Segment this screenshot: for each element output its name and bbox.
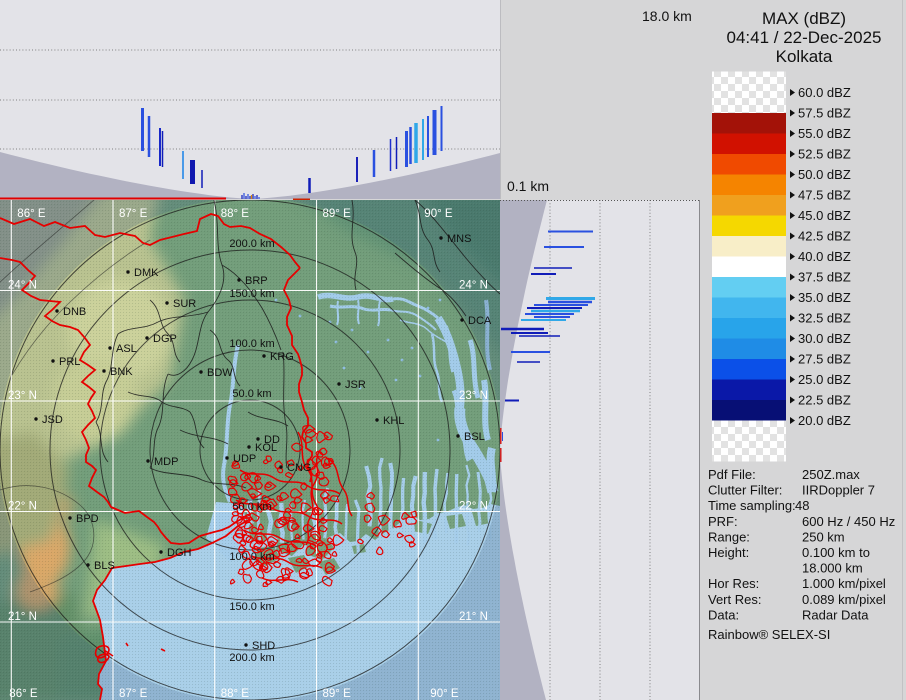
- svg-text:57.5 dBZ: 57.5 dBZ: [798, 106, 851, 121]
- svg-text:DMK: DMK: [134, 267, 159, 279]
- svg-text:86° E: 86° E: [17, 208, 46, 220]
- svg-text:DGH: DGH: [167, 547, 192, 559]
- svg-text:Data:: Data:: [708, 607, 739, 622]
- svg-text:37.5 dBZ: 37.5 dBZ: [798, 270, 851, 285]
- svg-text:50.0 dBZ: 50.0 dBZ: [798, 167, 851, 182]
- svg-text:UDP: UDP: [233, 453, 256, 465]
- svg-text:1.000 km/pixel: 1.000 km/pixel: [802, 576, 886, 591]
- svg-text:BPD: BPD: [76, 513, 99, 525]
- svg-text:48: 48: [795, 498, 809, 513]
- svg-text:90° E: 90° E: [424, 208, 453, 220]
- svg-text:25.0 dBZ: 25.0 dBZ: [798, 372, 851, 387]
- svg-text:Rainbow® SELEX-SI: Rainbow® SELEX-SI: [708, 627, 830, 642]
- svg-text:Time sampling:: Time sampling:: [708, 498, 796, 513]
- svg-text:DGP: DGP: [153, 333, 177, 345]
- svg-text:BLS: BLS: [94, 560, 115, 572]
- svg-text:30.0 dBZ: 30.0 dBZ: [798, 331, 851, 346]
- svg-text:PRL: PRL: [59, 356, 80, 368]
- svg-text:PRF:: PRF:: [708, 514, 738, 529]
- svg-text:55.0 dBZ: 55.0 dBZ: [798, 126, 851, 141]
- svg-text:04:41 / 22-Dec-2025: 04:41 / 22-Dec-2025: [727, 28, 882, 47]
- svg-text:600 Hz / 450 Hz: 600 Hz / 450 Hz: [802, 514, 895, 529]
- svg-text:0.089 km/pixel: 0.089 km/pixel: [802, 592, 886, 607]
- svg-text:CNG: CNG: [287, 462, 311, 474]
- svg-text:150.0 km: 150.0 km: [229, 288, 274, 300]
- svg-text:42.5 dBZ: 42.5 dBZ: [798, 229, 851, 244]
- svg-text:20.0 dBZ: 20.0 dBZ: [798, 413, 851, 428]
- svg-text:Height:: Height:: [708, 545, 749, 560]
- svg-text:50.0 km: 50.0 km: [232, 501, 271, 513]
- svg-text:18.000 km: 18.000 km: [802, 561, 863, 576]
- svg-text:250Z.max: 250Z.max: [802, 467, 860, 482]
- svg-text:27.5 dBZ: 27.5 dBZ: [798, 352, 851, 367]
- svg-text:Pdf File:: Pdf File:: [708, 467, 756, 482]
- svg-text:JSD: JSD: [42, 414, 63, 426]
- svg-text:87° E: 87° E: [119, 688, 148, 700]
- svg-text:BNK: BNK: [110, 366, 133, 378]
- svg-text:MNS: MNS: [447, 233, 471, 245]
- svg-text:200.0 km: 200.0 km: [229, 238, 274, 250]
- svg-text:88° E: 88° E: [221, 688, 250, 700]
- svg-text:Range:: Range:: [708, 529, 750, 544]
- svg-text:BDW: BDW: [207, 367, 233, 379]
- svg-text:40.0 dBZ: 40.0 dBZ: [798, 249, 851, 264]
- svg-text:23° N: 23° N: [8, 390, 37, 402]
- svg-text:100.0 km: 100.0 km: [229, 551, 274, 563]
- svg-text:250 km: 250 km: [802, 529, 845, 544]
- svg-text:Vert Res:: Vert Res:: [708, 592, 761, 607]
- svg-text:0.1 km: 0.1 km: [507, 178, 549, 194]
- svg-text:MDP: MDP: [154, 456, 178, 468]
- svg-text:KHL: KHL: [383, 415, 404, 427]
- svg-text:Kolkata: Kolkata: [776, 47, 833, 66]
- svg-text:22° N: 22° N: [459, 501, 488, 513]
- svg-text:BRP: BRP: [245, 275, 268, 287]
- svg-text:Radar Data: Radar Data: [802, 607, 869, 622]
- svg-text:23° N: 23° N: [459, 390, 488, 402]
- svg-text:24° N: 24° N: [459, 280, 488, 292]
- svg-text:50.0 km: 50.0 km: [232, 388, 271, 400]
- svg-text:KRG: KRG: [270, 351, 294, 363]
- svg-text:35.0 dBZ: 35.0 dBZ: [798, 290, 851, 305]
- svg-text:90° E: 90° E: [430, 688, 459, 700]
- svg-text:24° N: 24° N: [8, 280, 37, 292]
- svg-text:ASL: ASL: [116, 343, 137, 355]
- svg-text:87° E: 87° E: [119, 208, 148, 220]
- svg-text:SUR: SUR: [173, 298, 196, 310]
- svg-text:0.100 km to: 0.100 km to: [802, 545, 870, 560]
- svg-text:60.0 dBZ: 60.0 dBZ: [798, 85, 851, 100]
- svg-text:45.0 dBZ: 45.0 dBZ: [798, 208, 851, 223]
- svg-text:86° E: 86° E: [9, 688, 38, 700]
- svg-text:89° E: 89° E: [323, 688, 352, 700]
- svg-text:MAX (dBZ): MAX (dBZ): [762, 9, 846, 28]
- svg-text:89° E: 89° E: [323, 208, 352, 220]
- svg-text:KOL: KOL: [255, 442, 277, 454]
- svg-text:21° N: 21° N: [8, 611, 37, 623]
- svg-text:BSL: BSL: [464, 431, 485, 443]
- svg-text:22° N: 22° N: [8, 501, 37, 513]
- svg-text:JSR: JSR: [345, 379, 366, 391]
- svg-text:IIRDoppler 7: IIRDoppler 7: [802, 483, 875, 498]
- svg-text:SHD: SHD: [252, 640, 275, 652]
- svg-text:DNB: DNB: [63, 306, 86, 318]
- svg-text:200.0 km: 200.0 km: [229, 652, 274, 664]
- svg-text:150.0 km: 150.0 km: [229, 601, 274, 613]
- svg-text:21° N: 21° N: [459, 611, 488, 623]
- svg-text:Clutter Filter:: Clutter Filter:: [708, 483, 782, 498]
- svg-text:DCA: DCA: [468, 315, 492, 327]
- svg-text:100.0 km: 100.0 km: [229, 338, 274, 350]
- svg-text:22.5 dBZ: 22.5 dBZ: [798, 393, 851, 408]
- svg-text:88° E: 88° E: [221, 208, 250, 220]
- svg-text:47.5 dBZ: 47.5 dBZ: [798, 188, 851, 203]
- svg-text:Hor Res:: Hor Res:: [708, 576, 759, 591]
- svg-text:32.5 dBZ: 32.5 dBZ: [798, 311, 851, 326]
- svg-text:18.0 km: 18.0 km: [642, 8, 692, 24]
- svg-text:52.5 dBZ: 52.5 dBZ: [798, 147, 851, 162]
